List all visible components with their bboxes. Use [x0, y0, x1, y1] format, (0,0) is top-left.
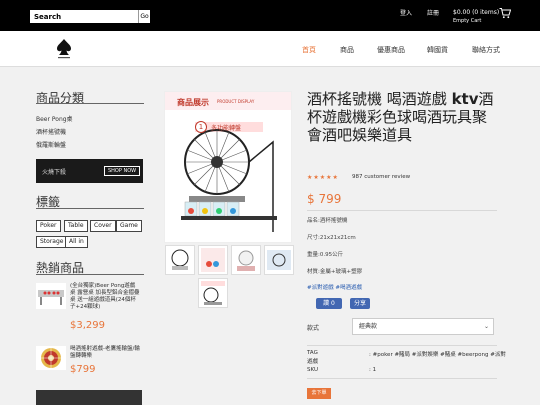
login-link[interactable]: 登入	[400, 8, 412, 17]
tag-storage[interactable]: Storage	[36, 236, 68, 248]
image-banner-label: 商品展示	[177, 98, 209, 107]
nav-korean[interactable]: 韓國貨	[427, 45, 448, 55]
site-header: 首頁 商品 優惠商品 韓國貨 聯絡方式	[0, 31, 540, 67]
product-price: $ 799	[307, 192, 342, 206]
search-input[interactable]	[30, 10, 138, 23]
option-select-value: 經典款	[359, 323, 378, 330]
product-thumbnail[interactable]	[198, 278, 228, 308]
product-thumbnail[interactable]	[264, 245, 294, 275]
category-item-shaker[interactable]: 酒杯搖號機	[36, 127, 66, 136]
register-link[interactable]: 註冊	[427, 8, 439, 17]
shop-now-button[interactable]: SHOP NOW	[104, 166, 141, 176]
chevron-down-icon: ⌄	[483, 323, 489, 330]
image-step-number: 1	[195, 121, 207, 133]
promo-banner[interactable]: 火燒下殺 SHOP NOW	[36, 159, 143, 183]
spec-weight: 重量:0.95公斤	[307, 252, 344, 258]
product-main-image[interactable]: 商品展示 PRODUCT DISPLAY 1 多功能轉盤	[164, 91, 292, 243]
cart-icon[interactable]	[499, 7, 511, 19]
banner-text: 火燒下殺	[42, 169, 67, 176]
tag-poker[interactable]: Poker	[36, 220, 61, 232]
review-count-link[interactable]: 987 customer review	[352, 174, 410, 180]
rating-stars-icon: ★★★★★	[307, 174, 339, 181]
nav-products[interactable]: 商品	[340, 45, 354, 55]
sku-value: : 1	[369, 367, 377, 373]
product-title-latin: ktv	[451, 90, 479, 108]
hot-products-divider	[36, 274, 144, 275]
category-item-beerpong[interactable]: Beer Pong桌	[36, 114, 73, 123]
top-bar: Go 登入 註冊 $0.00 (0 items) Empty Cart	[0, 0, 540, 31]
price-divider	[307, 210, 497, 211]
hot-product-title[interactable]: 喝酒搖射遊戲-老鷹搖輪盤/輪盤轉轉樂	[70, 346, 140, 360]
sidebar-bottom-banner[interactable]	[36, 390, 142, 405]
tag-all-in[interactable]: All in	[65, 236, 88, 248]
product-thumbnail[interactable]	[198, 245, 228, 275]
tag-value[interactable]: : #poker #賭局 #派對娛樂 #賭桌 #beerpong #派對	[369, 350, 506, 358]
hot-product-title[interactable]: (全台獨家)Beer Pong遊戲桌 露營桌 加長型鋁合金摺疊桌 送一組遊戲道具…	[70, 283, 140, 311]
option-select[interactable]: 經典款 ⌄	[352, 318, 494, 335]
categories-divider	[36, 103, 144, 104]
facebook-share-button[interactable]: 分享	[350, 298, 370, 309]
tag-game[interactable]: Game	[116, 220, 142, 232]
tag-label-sub: 遊戲	[307, 359, 319, 365]
facebook-like-button[interactable]: 讚 0	[316, 298, 342, 309]
search-go-button[interactable]: Go	[138, 10, 150, 23]
product-hashtags[interactable]: #派對遊戲 #喝酒遊戲	[307, 283, 362, 291]
spec-size: 尺寸:21x21x21cm	[307, 235, 356, 241]
nav-contact[interactable]: 聯絡方式	[472, 45, 500, 55]
cart-empty-text: Empty Cart	[453, 18, 482, 24]
spade-logo-icon[interactable]	[56, 38, 72, 60]
option-label: 款式	[307, 325, 320, 332]
hot-product-image[interactable]	[36, 283, 66, 309]
meta-divider	[307, 345, 497, 346]
tag-cover[interactable]: Cover	[90, 220, 116, 232]
image-banner-label-en: PRODUCT DISPLAY	[217, 99, 255, 104]
sku-label: SKU	[307, 367, 318, 373]
category-item-roulette[interactable]: 俄羅斯輪盤	[36, 140, 66, 149]
order-button[interactable]: 去下單	[307, 388, 331, 399]
product-thumbnail[interactable]	[231, 245, 261, 275]
nav-deals[interactable]: 優惠商品	[377, 45, 405, 55]
spec-name: 品名:酒杯搖號機	[307, 218, 348, 224]
tags-divider	[36, 208, 144, 209]
hot-product-image[interactable]	[36, 346, 66, 370]
tag-table[interactable]: Table	[64, 220, 88, 232]
spec-material: 材質:金屬+玻璃+塑膠	[307, 269, 363, 275]
cart-total[interactable]: $0.00 (0 items)	[453, 9, 499, 16]
hot-product-price: $799	[70, 364, 96, 375]
nav-home[interactable]: 首頁	[302, 45, 316, 55]
product-thumbnail[interactable]	[165, 245, 195, 275]
product-title-part-1: 酒杯搖號機 喝酒遊戲	[307, 90, 447, 108]
product-title: 酒杯搖號機 喝酒遊戲 ktv酒杯遊戲機彩色球喝酒玩具聚會酒吧娛樂道具	[307, 90, 497, 144]
image-caption: 多功能轉盤	[211, 125, 242, 132]
sku-divider	[307, 378, 497, 379]
tag-label: TAG	[307, 350, 318, 356]
hot-product-price: $3,299	[70, 320, 105, 331]
